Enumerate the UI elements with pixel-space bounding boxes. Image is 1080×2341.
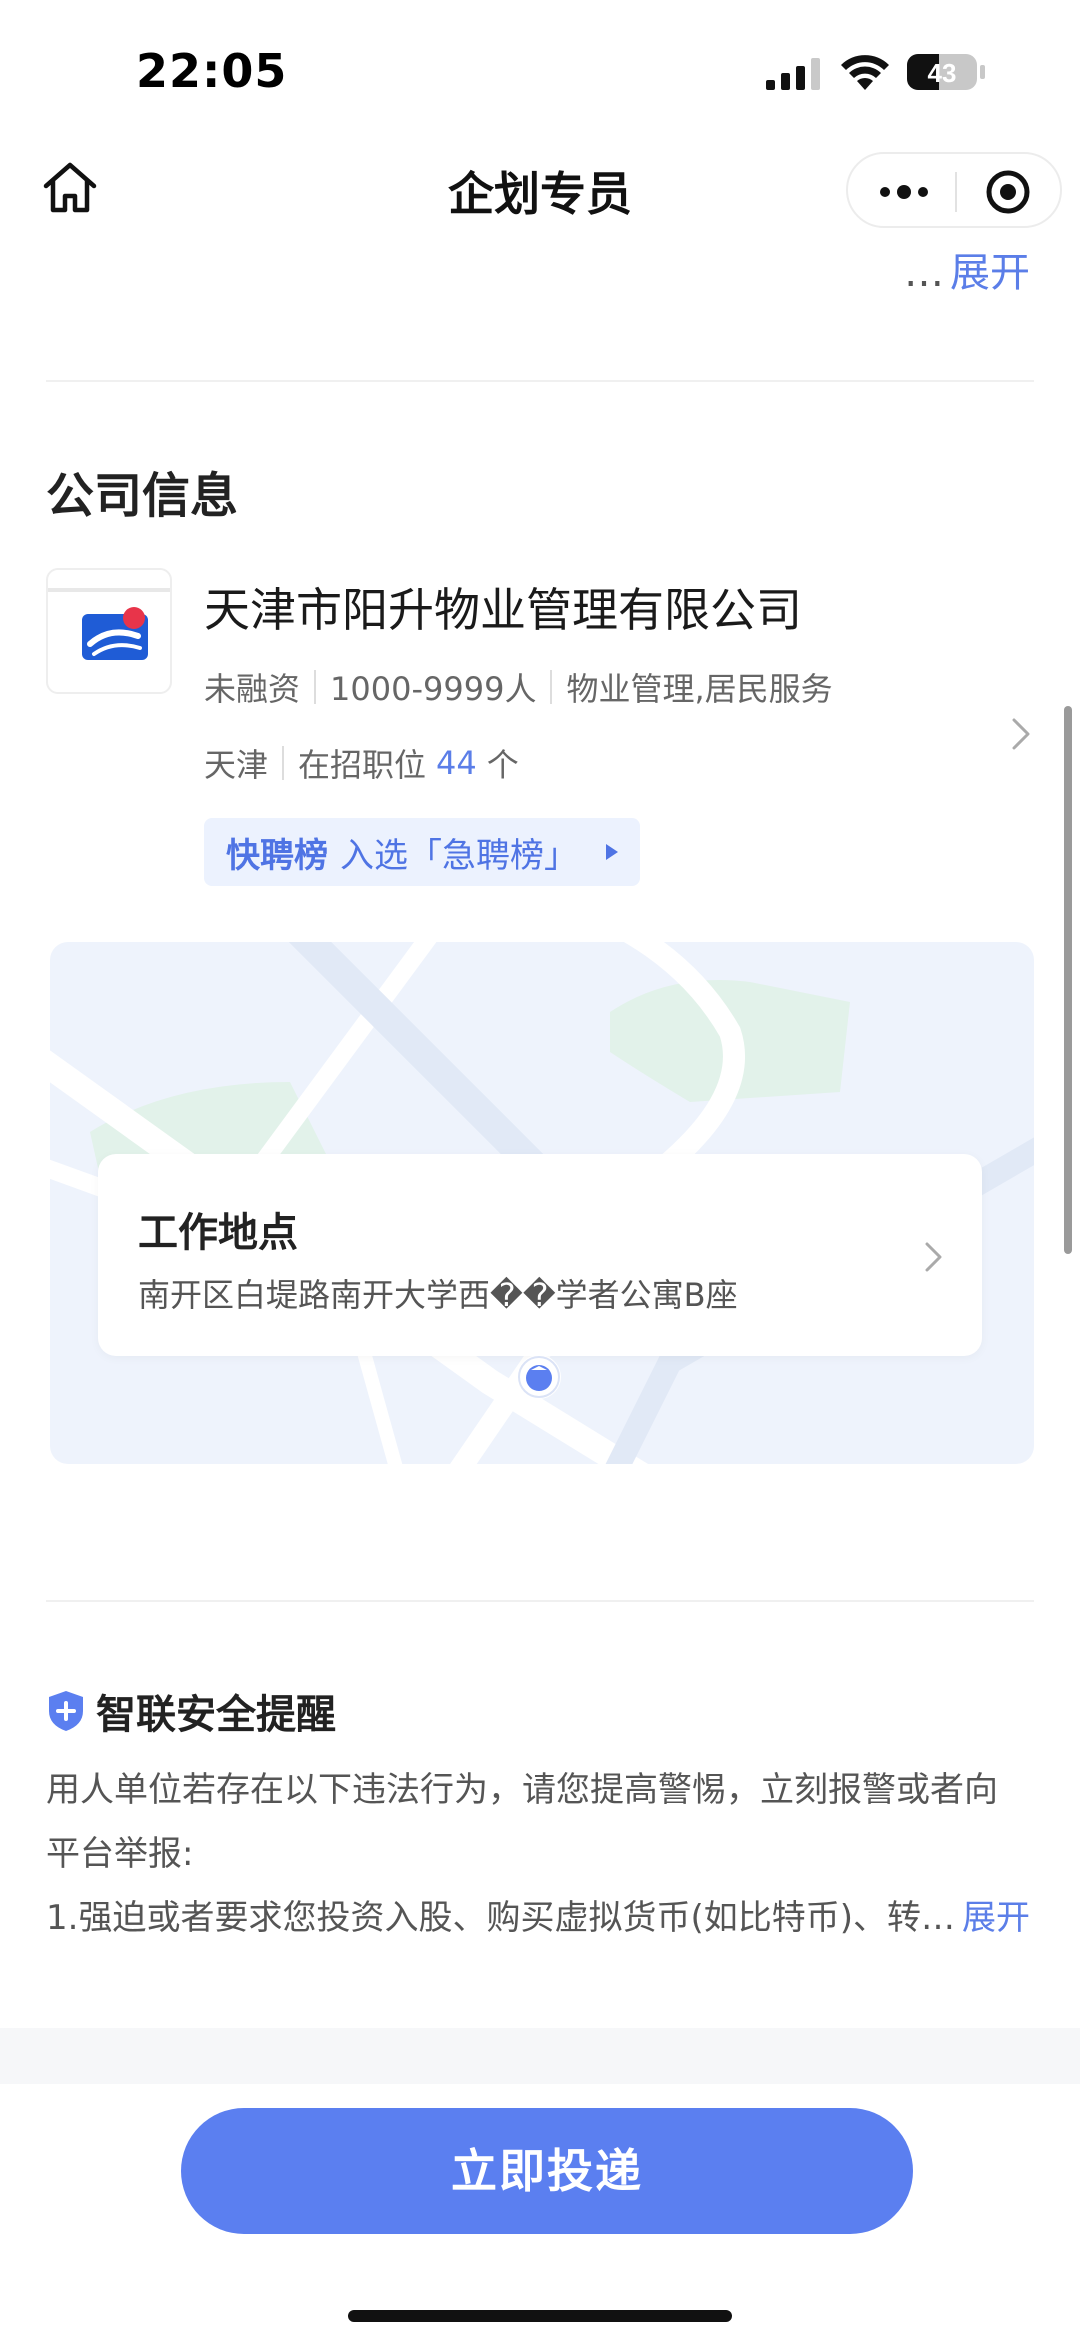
tag-separator xyxy=(282,746,285,780)
safety-last-line: 1.强迫或者要求您投资入股、购买虚拟货币(如比特币)、转… 展开 xyxy=(46,1886,1036,1950)
wifi-icon xyxy=(841,55,889,90)
company-city: 天津 xyxy=(204,746,269,784)
company-name: 天津市阳升物业管理有限公司 xyxy=(204,583,802,637)
more-icon[interactable] xyxy=(876,176,932,208)
jobs-prefix: 在招职位 xyxy=(298,746,427,784)
battery-level: 43 xyxy=(928,58,957,88)
bottom-separator-band xyxy=(0,2028,1080,2084)
battery-icon: 43 xyxy=(907,54,985,90)
tag-separator xyxy=(314,670,317,704)
jobs-suffix: 个 xyxy=(486,746,519,784)
home-indicator xyxy=(348,2310,732,2322)
status-time: 22:05 xyxy=(136,44,288,98)
work-location-title: 工作地点 xyxy=(138,1210,298,1256)
rank-text: 入选「急聘榜」 xyxy=(340,835,578,876)
chevron-right-icon xyxy=(1012,718,1030,750)
capsule-divider xyxy=(955,172,957,212)
company-industry: 物业管理,居民服务 xyxy=(566,670,833,708)
play-arrow-icon xyxy=(606,844,618,860)
shield-icon xyxy=(49,1691,83,1731)
safety-line: 1.强迫或者要求您投资入股、购买虚拟货币(如比特币)、转… xyxy=(46,1898,955,1938)
tag-separator xyxy=(550,670,553,704)
company-tags: 未融资 1000-9999人 物业管理,居民服务 xyxy=(204,664,833,710)
company-section-title: 公司信息 xyxy=(46,468,239,524)
mini-program-capsule xyxy=(846,152,1062,228)
work-location-address: 南开区白堤路南开大学西��学者公寓B座 xyxy=(138,1276,738,1314)
section-divider xyxy=(46,1600,1034,1602)
safety-title-row: 智联安全提醒 xyxy=(46,1682,336,1740)
map-pin-icon xyxy=(517,1355,561,1399)
work-location-map[interactable]: 工作地点 南开区白堤路南开大学西��学者公寓B座 xyxy=(50,942,1034,1464)
status-bar: 22:05 43 xyxy=(0,0,1080,140)
safety-text: 用人单位若存在以下违法行为，请您提高警惕，立刻报警或者向 平台举报: xyxy=(46,1758,1036,1886)
company-logo-graphic xyxy=(48,588,170,660)
safety-line: 用人单位若存在以下违法行为，请您提高警惕，立刻报警或者向 xyxy=(46,1770,998,1810)
work-location-card[interactable]: 工作地点 南开区白堤路南开大学西��学者公寓B座 xyxy=(98,1154,982,1356)
jobs-count: 44 xyxy=(436,744,477,782)
chevron-right-icon xyxy=(925,1242,942,1272)
safety-expand-link[interactable]: 展开 xyxy=(962,1886,1030,1950)
section-divider xyxy=(46,380,1034,382)
rank-badge[interactable]: 快聘榜 入选「急聘榜」 xyxy=(204,818,640,886)
rank-name: 快聘榜 xyxy=(226,835,328,876)
company-funding: 未融资 xyxy=(204,670,301,708)
company-card[interactable]: 天津市阳升物业管理有限公司 未融资 1000-9999人 物业管理,居民服务 天… xyxy=(46,566,1034,896)
company-size: 1000-9999人 xyxy=(330,670,537,708)
expand-description-link[interactable]: … 展开 xyxy=(904,240,1030,298)
ellipsis: … xyxy=(904,250,944,296)
expand-label: 展开 xyxy=(950,250,1030,296)
company-logo xyxy=(46,568,172,694)
signal-icon xyxy=(766,58,820,90)
nav-bar: 企划专员 xyxy=(0,140,1080,240)
apply-now-button[interactable]: 立即投递 xyxy=(181,2108,913,2234)
safety-line: 平台举报: xyxy=(46,1834,194,1874)
company-location-row: 天津 在招职位 44 个 xyxy=(204,740,519,786)
scrollbar[interactable] xyxy=(1064,706,1072,1254)
close-target-icon[interactable] xyxy=(984,168,1032,216)
safety-title: 智联安全提醒 xyxy=(96,1692,336,1738)
